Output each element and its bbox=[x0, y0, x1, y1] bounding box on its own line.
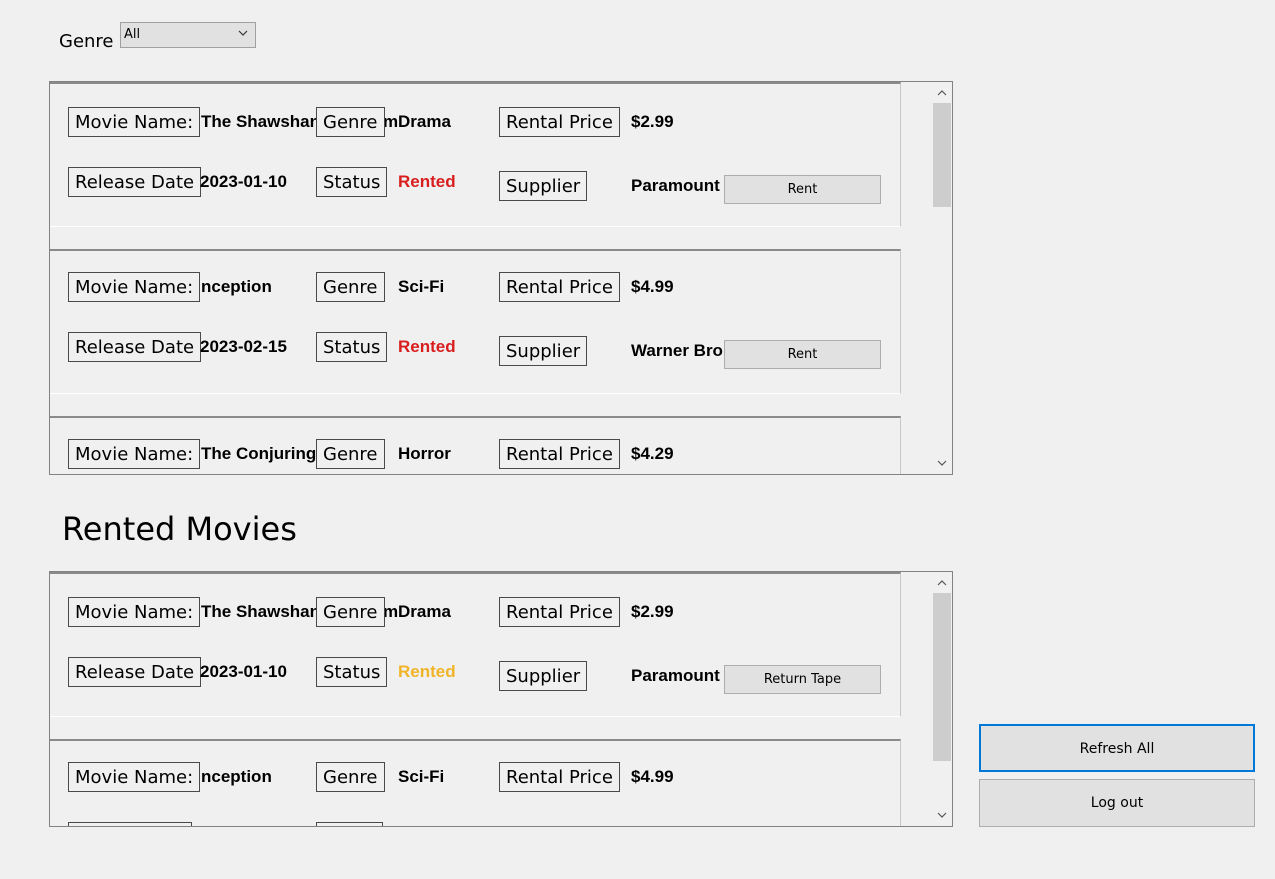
supplier-label: Supplier bbox=[499, 171, 588, 201]
release-date-value: 2023-02-15 bbox=[200, 337, 287, 356]
movie-card: Movie Name: The Conjuring Genre Horror R… bbox=[50, 416, 901, 474]
genre-label: Genre bbox=[316, 272, 385, 302]
movie-name-label: Movie Name: bbox=[68, 107, 201, 137]
return-tape-button[interactable]: Return Tape bbox=[724, 665, 881, 694]
genre-label: Genre bbox=[316, 597, 385, 627]
rent-button[interactable]: Rent bbox=[724, 175, 881, 204]
chevron-down-icon[interactable] bbox=[936, 809, 948, 821]
status-value: Rented bbox=[398, 172, 456, 191]
rental-price-label: Rental Price bbox=[499, 439, 620, 469]
release-date-label: Release Date bbox=[68, 332, 202, 362]
genre-value: Horror bbox=[398, 444, 451, 463]
log-out-button[interactable]: Log out bbox=[979, 779, 1255, 827]
movies-list-panel[interactable]: Movie Name: The Shawshank Redemption m G… bbox=[49, 81, 953, 475]
movie-card: Movie Name: nception Genre Sci-Fi Rental… bbox=[50, 249, 901, 394]
scrollbar-thumb[interactable] bbox=[933, 103, 951, 207]
rented-list-scrollbar[interactable] bbox=[932, 572, 952, 826]
genre-value: Sci-Fi bbox=[398, 277, 445, 296]
supplier-value: Warner Bros bbox=[631, 341, 723, 360]
release-date-label-partial bbox=[68, 822, 192, 826]
movie-name-value: nception bbox=[201, 277, 272, 296]
chevron-down-icon bbox=[238, 30, 248, 36]
status-label: Status bbox=[316, 657, 388, 687]
supplier-value: Paramount bbox=[631, 176, 720, 195]
genre-label: Genre bbox=[316, 107, 385, 137]
rental-price-label: Rental Price bbox=[499, 597, 620, 627]
genre-value: Drama bbox=[398, 112, 451, 131]
rental-price-label: Rental Price bbox=[499, 762, 620, 792]
movie-name-value: nception bbox=[201, 767, 272, 786]
status-label-partial bbox=[316, 822, 383, 826]
release-date-label: Release Date bbox=[68, 657, 202, 687]
refresh-all-button[interactable]: Refresh All bbox=[979, 724, 1255, 772]
release-date-value: 2023-01-10 bbox=[200, 172, 287, 191]
status-value: Rented bbox=[398, 337, 456, 356]
movie-name-value: The Shawshank Redemption bbox=[201, 112, 317, 131]
rented-card: Movie Name: The Shawshank Redemption m G… bbox=[50, 572, 901, 717]
rental-price-value: $4.99 bbox=[631, 277, 674, 296]
scrollbar-thumb[interactable] bbox=[933, 593, 951, 761]
status-label: Status bbox=[316, 332, 388, 362]
rental-price-value: $4.29 bbox=[631, 444, 674, 463]
movie-name-value-tail: m bbox=[383, 602, 399, 621]
genre-value: Drama bbox=[398, 602, 451, 621]
supplier-value: Paramount bbox=[631, 666, 720, 685]
genre-filter-label: Genre bbox=[59, 31, 114, 52]
rental-price-value: $4.99 bbox=[631, 767, 674, 786]
movie-name-label: Movie Name: bbox=[68, 439, 201, 469]
supplier-label: Supplier bbox=[499, 661, 588, 691]
movies-list-scrollbar[interactable] bbox=[932, 82, 952, 474]
movie-name-label: Movie Name: bbox=[68, 272, 201, 302]
chevron-down-icon[interactable] bbox=[936, 457, 948, 469]
status-label: Status bbox=[316, 167, 388, 197]
release-date-label: Release Date bbox=[68, 167, 202, 197]
release-date-value: 2023-01-10 bbox=[200, 662, 287, 681]
genre-select-value: All bbox=[124, 27, 141, 42]
genre-label: Genre bbox=[316, 439, 385, 469]
rental-price-value: $2.99 bbox=[631, 602, 674, 621]
genre-select[interactable]: All bbox=[120, 22, 256, 48]
rental-price-value: $2.99 bbox=[631, 112, 674, 131]
movie-name-value: The Conjuring bbox=[201, 444, 317, 463]
movie-name-label: Movie Name: bbox=[68, 762, 201, 792]
rental-price-label: Rental Price bbox=[499, 272, 620, 302]
rented-card: Movie Name: nception Genre Sci-Fi Rental… bbox=[50, 739, 901, 826]
rental-price-label: Rental Price bbox=[499, 107, 620, 137]
genre-value: Sci-Fi bbox=[398, 767, 445, 786]
chevron-up-icon[interactable] bbox=[936, 87, 948, 99]
status-value: Rented bbox=[398, 662, 456, 681]
genre-label: Genre bbox=[316, 762, 385, 792]
movie-name-value-tail: m bbox=[383, 112, 399, 131]
movie-name-label: Movie Name: bbox=[68, 597, 201, 627]
movie-name-value: The Shawshank Redemption bbox=[201, 602, 317, 621]
rented-list-panel[interactable]: Movie Name: The Shawshank Redemption m G… bbox=[49, 571, 953, 827]
rent-button[interactable]: Rent bbox=[724, 340, 881, 369]
rented-movies-title: Rented Movies bbox=[62, 510, 297, 548]
supplier-label: Supplier bbox=[499, 336, 588, 366]
chevron-up-icon[interactable] bbox=[936, 577, 948, 589]
movie-card: Movie Name: The Shawshank Redemption m G… bbox=[50, 82, 901, 227]
